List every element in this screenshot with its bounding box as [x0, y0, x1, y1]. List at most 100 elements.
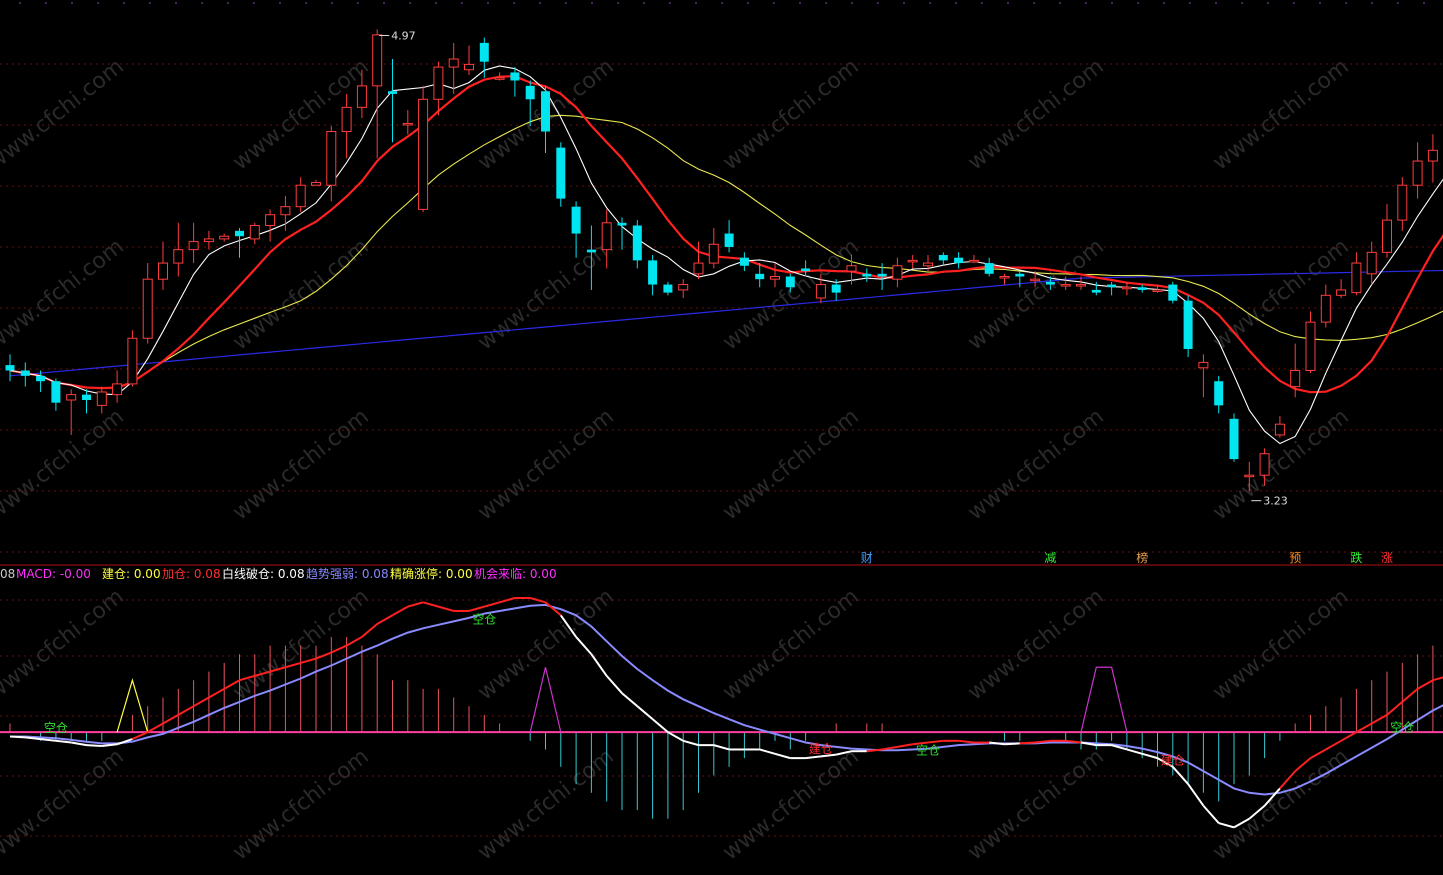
watermark-text: www.cfchi.com — [1208, 54, 1353, 175]
candle-down — [1015, 274, 1024, 277]
watermark-text: www.cfchi.com — [1208, 584, 1353, 705]
candle-down — [939, 255, 948, 260]
dif-line-segment — [1142, 754, 1157, 758]
candle-up — [159, 263, 168, 279]
candle-up — [1398, 185, 1407, 220]
high-label: 4.97 — [391, 29, 416, 42]
watermark-text: www.cfchi.com — [1208, 234, 1353, 355]
dif-line-segment — [1418, 680, 1433, 689]
top-tick-dot — [175, 2, 177, 4]
dif-line-segment — [1005, 743, 1020, 744]
dif-line-segment — [377, 615, 392, 624]
candle-up — [449, 59, 458, 67]
candle-up — [1321, 295, 1330, 322]
top-tick-dot — [1267, 2, 1269, 4]
candle-up — [1413, 161, 1422, 185]
dif-line-segment — [41, 739, 56, 741]
candle-down — [388, 91, 397, 94]
indicator-header-item: 白线破仓: 0.08 — [222, 566, 305, 581]
candle-up — [419, 99, 428, 209]
watermark-text: www.cfchi.com — [963, 744, 1108, 865]
candle-up — [1031, 279, 1040, 281]
dif-line-segment — [576, 637, 591, 654]
dif-line-segment — [806, 756, 821, 758]
signal-tag: 涨 — [1381, 550, 1393, 565]
top-tick-dot — [1423, 2, 1425, 4]
top-tick-dot — [1293, 2, 1295, 4]
candle-down — [725, 234, 734, 247]
dif-line-segment — [148, 724, 163, 733]
dif-line-segment — [163, 715, 178, 724]
dif-line-segment — [1341, 732, 1356, 741]
dif-line-segment — [882, 747, 897, 750]
top-tick-dot — [1163, 2, 1165, 4]
top-tick-dot — [97, 2, 99, 4]
dif-line-segment — [347, 637, 362, 646]
dif-line-segment — [194, 698, 209, 707]
top-tick-dot — [747, 2, 749, 4]
candle-down — [954, 258, 963, 263]
candle-down — [526, 86, 535, 99]
candle-up — [266, 215, 275, 226]
candle-up — [969, 260, 978, 262]
top-tick-dot — [851, 2, 853, 4]
candle-down — [572, 207, 581, 234]
candle-up — [1199, 362, 1208, 367]
candle-up — [1383, 220, 1392, 252]
indicator-panel[interactable]: 空仓空仓建仓空仓建仓空仓 — [0, 598, 1443, 827]
candle-up — [327, 132, 336, 186]
dif-line-segment — [10, 736, 25, 737]
signal-tag: 减 — [1044, 551, 1056, 565]
dif-line-segment — [775, 754, 790, 758]
top-tick-dot — [305, 2, 307, 4]
dif-line-segment — [500, 598, 515, 602]
price-grid — [0, 2, 1443, 552]
dif-line-segment — [1402, 689, 1417, 702]
watermark-text: www.cfchi.com — [963, 234, 1108, 355]
watermark-text: www.cfchi.com — [718, 744, 863, 865]
candle-down — [480, 43, 489, 62]
top-tick-dot — [123, 2, 125, 4]
candle-down — [51, 381, 60, 402]
candle-up — [1153, 290, 1162, 292]
candle-down — [510, 72, 519, 80]
watermark-text: www.cfchi.com — [718, 404, 863, 525]
top-tick-dot — [799, 2, 801, 4]
dif-line-segment — [438, 607, 453, 611]
position-marker: 空仓 — [1390, 721, 1414, 735]
indicator-header-item: 加仓: 0.08 — [162, 567, 221, 581]
watermark-text: www.cfchi.com — [963, 54, 1108, 175]
dif-line-segment — [530, 598, 545, 602]
candle-up — [250, 225, 259, 238]
candle-down — [82, 395, 91, 400]
top-tick-dot — [1111, 2, 1113, 4]
candle-up — [1352, 263, 1361, 293]
signal-tag: 跌 — [1350, 550, 1362, 565]
dif-line-segment — [928, 741, 943, 743]
candle-up — [495, 78, 504, 80]
dif-line-segment — [897, 744, 912, 747]
candle-up — [1260, 454, 1269, 475]
top-tick-dot — [279, 2, 281, 4]
top-tick-dot — [19, 2, 21, 4]
candle-down — [878, 274, 887, 277]
chart-canvas[interactable]: www.cfchi.com www.cfchi.com www.cfchi.com w… — [0, 0, 1443, 871]
top-tick-dot — [1345, 2, 1347, 4]
watermark-text: www.cfchi.com — [473, 404, 618, 525]
candle-up — [174, 250, 183, 263]
top-tick-dot — [149, 2, 151, 4]
watermark-text: www.cfchi.com — [0, 54, 129, 175]
price-panel[interactable]: 4.973.23 — [6, 29, 1443, 507]
dif-line-segment — [1203, 806, 1218, 823]
candle-up — [1291, 370, 1300, 386]
watermark-text: www.cfchi.com — [228, 404, 373, 525]
dif-line-segment — [622, 693, 637, 706]
candle-down — [786, 277, 795, 288]
dif-line-segment — [484, 602, 499, 606]
candle-up — [1122, 287, 1131, 289]
top-tick-dot — [45, 2, 47, 4]
top-tick-dot — [1189, 2, 1191, 4]
candle-down — [1214, 381, 1223, 405]
top-tick-dot — [669, 2, 671, 4]
candle-up — [312, 183, 321, 186]
